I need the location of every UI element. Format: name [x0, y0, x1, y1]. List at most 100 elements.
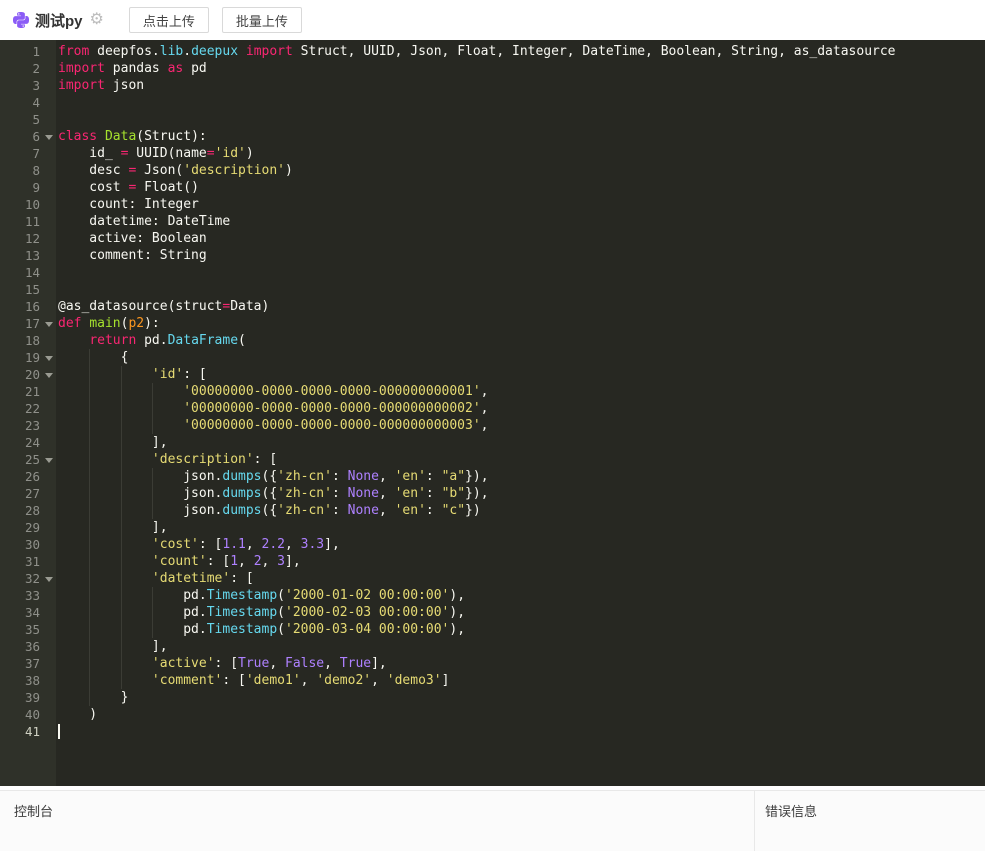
fold-arrow-icon[interactable] [42, 451, 56, 468]
code-token: : [332, 486, 348, 501]
code-line[interactable]: 25 'description': [ [0, 451, 985, 468]
fold-spacer [42, 536, 56, 553]
code-line[interactable]: 21 '00000000-0000-0000-0000-000000000001… [0, 383, 985, 400]
line-number: 31 [0, 553, 42, 570]
gutter-cell: 35 [0, 621, 56, 638]
code-line[interactable]: 28 json.dumps({'zh-cn': None, 'en': "c"}… [0, 502, 985, 519]
code-token: }), [465, 469, 488, 484]
code-token: as [168, 61, 184, 76]
code-line[interactable]: 32 'datetime': [ [0, 570, 985, 587]
code-line[interactable]: 2import pandas as pd [0, 60, 985, 77]
code-token: 'demo3' [387, 673, 442, 688]
code-line[interactable]: 1from deepfos.lib.deepux import Struct, … [0, 43, 985, 60]
fold-spacer [42, 43, 56, 60]
code-line[interactable]: 30 'cost': [1.1, 2.2, 3.3], [0, 536, 985, 553]
code-token: : [ [230, 571, 253, 586]
code-token: 3 [277, 554, 285, 569]
upload-button[interactable]: 点击上传 [129, 7, 209, 33]
code-line[interactable]: 17def main(p2): [0, 315, 985, 332]
code-line[interactable]: 34 pd.Timestamp('2000-02-03 00:00:00'), [0, 604, 985, 621]
code-line[interactable]: 29 ], [0, 519, 985, 536]
fold-arrow-icon[interactable] [42, 570, 56, 587]
code-token: , [481, 384, 489, 399]
code-line[interactable]: 14 [0, 264, 985, 281]
code-line[interactable]: 39 } [0, 689, 985, 706]
gutter-cell: 18 [0, 332, 56, 349]
code-lines[interactable]: 1from deepfos.lib.deepux import Struct, … [0, 40, 985, 740]
code-line[interactable]: 13 comment: String [0, 247, 985, 264]
line-number: 8 [0, 162, 42, 179]
code-line[interactable]: 16@as_datasource(struct=Data) [0, 298, 985, 315]
code-token: ], [58, 639, 168, 654]
fold-arrow-icon[interactable] [42, 349, 56, 366]
line-number: 5 [0, 111, 42, 128]
code-token: ) [246, 146, 254, 161]
code-content: comment: String [56, 247, 985, 264]
code-line[interactable]: 18 return pd.DataFrame( [0, 332, 985, 349]
code-line[interactable]: 15 [0, 281, 985, 298]
code-content: desc = Json('description') [56, 162, 985, 179]
code-line[interactable]: 4 [0, 94, 985, 111]
code-token: , [379, 503, 395, 518]
code-line[interactable]: 11 datetime: DateTime [0, 213, 985, 230]
batch-upload-button[interactable]: 批量上传 [222, 7, 302, 33]
line-number: 37 [0, 655, 42, 672]
indent-guide [121, 672, 122, 689]
code-line[interactable]: 40 ) [0, 706, 985, 723]
fold-arrow-icon[interactable] [42, 128, 56, 145]
code-token: dumps [222, 503, 261, 518]
code-token: 'datetime' [152, 571, 230, 586]
indent-guide [89, 417, 90, 434]
code-line[interactable]: 31 'count': [1, 2, 3], [0, 553, 985, 570]
code-line[interactable]: 24 ], [0, 434, 985, 451]
code-line[interactable]: 20 'id': [ [0, 366, 985, 383]
line-number: 1 [0, 43, 42, 60]
line-number: 2 [0, 60, 42, 77]
code-token: from [58, 44, 89, 59]
fold-arrow-icon[interactable] [42, 366, 56, 383]
fold-spacer [42, 196, 56, 213]
code-token: ) [58, 707, 97, 722]
code-line[interactable]: 5 [0, 111, 985, 128]
code-line[interactable]: 27 json.dumps({'zh-cn': None, 'en': "b"}… [0, 485, 985, 502]
code-line[interactable]: 9 cost = Float() [0, 179, 985, 196]
code-line[interactable]: 35 pd.Timestamp('2000-03-04 00:00:00'), [0, 621, 985, 638]
fold-spacer [42, 383, 56, 400]
code-token: ], [58, 435, 168, 450]
code-line[interactable]: 10 count: Integer [0, 196, 985, 213]
code-line[interactable]: 6class Data(Struct): [0, 128, 985, 145]
code-line[interactable]: 8 desc = Json('description') [0, 162, 985, 179]
code-content: count: Integer [56, 196, 985, 213]
line-number: 4 [0, 94, 42, 111]
code-line[interactable]: 22 '00000000-0000-0000-0000-000000000002… [0, 400, 985, 417]
code-token: None [348, 469, 379, 484]
code-content: { [56, 349, 985, 366]
code-line[interactable]: 7 id_ = UUID(name='id') [0, 145, 985, 162]
line-number: 16 [0, 298, 42, 315]
code-line[interactable]: 38 'comment': ['demo1', 'demo2', 'demo3'… [0, 672, 985, 689]
code-line[interactable]: 3import json [0, 77, 985, 94]
code-editor[interactable]: 1from deepfos.lib.deepux import Struct, … [0, 40, 985, 786]
code-token: id_ [58, 146, 121, 161]
indent-guide [89, 536, 90, 553]
code-line[interactable]: 41 [0, 723, 985, 740]
code-line[interactable]: 12 active: Boolean [0, 230, 985, 247]
code-token: True [238, 656, 269, 671]
code-line[interactable]: 37 'active': [True, False, True], [0, 655, 985, 672]
indent-guide [121, 621, 122, 638]
code-line[interactable]: 36 ], [0, 638, 985, 655]
indent-guide [152, 417, 153, 434]
code-line[interactable]: 33 pd.Timestamp('2000-01-02 00:00:00'), [0, 587, 985, 604]
code-line[interactable]: 19 { [0, 349, 985, 366]
code-token: 'en' [395, 486, 426, 501]
code-line[interactable]: 23 '00000000-0000-0000-0000-000000000003… [0, 417, 985, 434]
gutter-cell: 4 [0, 94, 56, 111]
settings-gear-icon[interactable]: ⚙ [90, 12, 104, 28]
line-number: 9 [0, 179, 42, 196]
gutter-cell: 38 [0, 672, 56, 689]
code-content: pd.Timestamp('2000-02-03 00:00:00'), [56, 604, 985, 621]
code-line[interactable]: 26 json.dumps({'zh-cn': None, 'en': "a"}… [0, 468, 985, 485]
code-token: pd [183, 61, 206, 76]
line-number: 15 [0, 281, 42, 298]
fold-arrow-icon[interactable] [42, 315, 56, 332]
